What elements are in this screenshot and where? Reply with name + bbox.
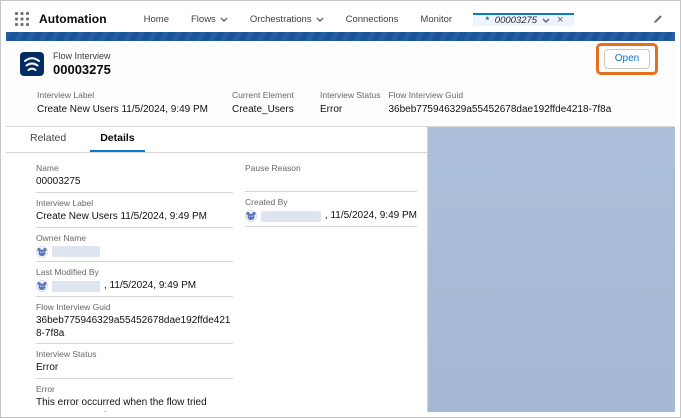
highlight-interview-label: Interview Label Create New Users 11/5/20… [37,89,232,117]
owner-link[interactable] [36,245,233,258]
details-right-column: Pause Reason Created By [245,162,417,412]
details-fields: Name 00003275 Interview Label Create New… [6,153,427,412]
tab-details[interactable]: Details [90,127,144,152]
field-owner-name: Owner Name [36,232,233,262]
screenshot-frame: Automation Home Flows Orchestrations Con… [0,0,681,418]
nav-right [652,6,675,32]
nav-item-orchestrations[interactable]: Orchestrations [239,14,335,25]
highlight-current-element: Current Element Create_Users [232,89,320,117]
open-button[interactable]: Open [604,49,650,69]
avatar-icon [245,210,257,222]
annotation-highlight-box: Open [596,43,658,75]
field-interview-status: Interview Status Error [36,348,233,379]
record-header-text: Flow Interview 00003275 [53,51,111,77]
page-background-area [428,127,675,412]
nav-item-monitor[interactable]: Monitor [409,14,463,25]
highlights-panel: Interview Label Create New Users 11/5/20… [6,83,675,117]
highlight-interview-status: Interview Status Error [320,89,388,117]
global-navigation-bar: Automation Home Flows Orchestrations Con… [6,6,675,32]
last-modified-by-link[interactable]: , 11/5/2024, 9:49 PM [36,279,233,293]
redacted-name [52,281,100,292]
close-tab-icon[interactable]: × [557,15,563,26]
nav-item-connections[interactable]: Connections [335,14,410,25]
flow-interview-entity-icon [20,52,44,76]
redacted-name [261,211,321,222]
nav-items: Home Flows Orchestrations Connections Mo… [133,6,574,32]
entity-type-label: Flow Interview [53,51,111,62]
theme-band [6,32,675,41]
chevron-down-icon[interactable] [542,18,550,23]
app-window: Automation Home Flows Orchestrations Con… [6,6,675,412]
record-header: Flow Interview 00003275 Open Interview L… [6,41,675,127]
field-interview-label: Interview Label Create New Users 11/5/20… [36,197,233,228]
app-launcher-icon[interactable] [15,12,29,26]
details-left-column: Name 00003275 Interview Label Create New… [36,162,233,412]
highlight-flow-interview-guid: Flow Interview Guid 36beb775946329a55452… [388,89,675,117]
record-header-row: Flow Interview 00003275 [6,41,675,83]
created-by-link[interactable]: , 11/5/2024, 9:49 PM [245,209,417,223]
unsaved-indicator: * [485,15,489,26]
field-created-by: Created By [245,196,417,227]
nav-item-home[interactable]: Home [133,14,180,25]
avatar-icon [36,280,48,292]
record-tabs: Related Details [6,127,427,153]
tab-related[interactable]: Related [20,127,76,152]
chevron-down-icon [316,17,324,22]
field-name: Name 00003275 [36,162,233,193]
field-error: Error This error occurred when the flow … [36,383,233,412]
app-name: Automation [39,12,107,26]
record-title: 00003275 [53,62,111,77]
redacted-name [52,246,100,257]
field-pause-reason: Pause Reason [245,162,417,192]
field-flow-interview-guid: Flow Interview Guid 36beb775946329a55452… [36,301,233,344]
page-body: Related Details Name 00003275 Interview … [6,127,675,412]
avatar-icon [36,246,48,258]
workspace-tab-00003275[interactable]: * 00003275 × [473,13,573,26]
edit-pencil-icon[interactable] [652,14,663,25]
workspace-tab-label: 00003275 [495,15,537,26]
chevron-down-icon [220,17,228,22]
field-last-modified-by: Last Modified By [36,266,233,297]
nav-item-flows[interactable]: Flows [180,14,239,25]
details-card: Related Details Name 00003275 Interview … [6,127,428,412]
nav-left: Automation [6,6,107,32]
